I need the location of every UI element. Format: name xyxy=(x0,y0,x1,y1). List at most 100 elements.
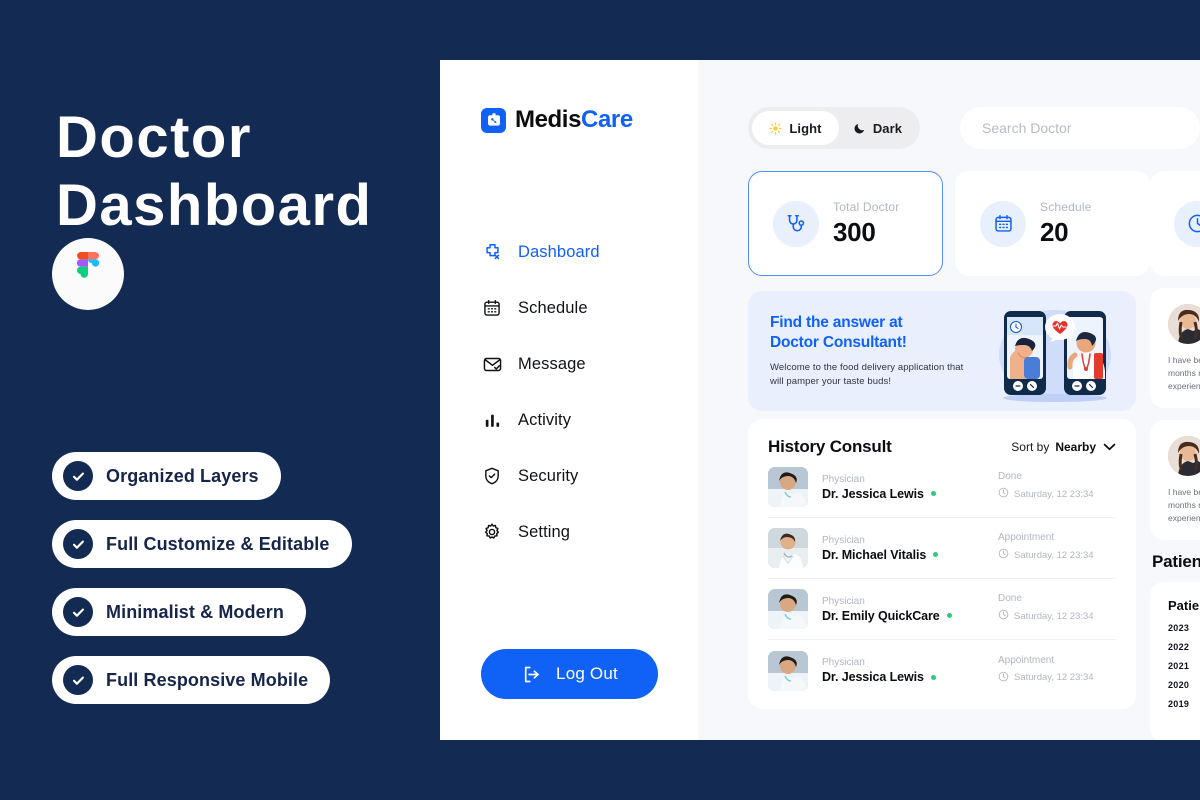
history-consult-card: History Consult Sort by Nearby Physician xyxy=(748,419,1136,709)
search-bar[interactable] xyxy=(960,107,1200,149)
sidebar-item-dashboard[interactable]: Dashboard xyxy=(481,238,671,266)
stat-value: 300 xyxy=(833,216,876,247)
online-status-dot xyxy=(930,491,936,496)
patient-graph-year-axis: 2023 2022 2021 2020 2019 xyxy=(1168,623,1200,709)
moon-icon xyxy=(853,122,866,135)
stat-card-schedule[interactable]: Schedule 20 xyxy=(955,171,1150,276)
testimonial-card[interactable]: I have been months no experience xyxy=(1150,420,1200,540)
status-badge: Appointment xyxy=(998,654,1055,666)
table-row[interactable]: Physician Dr. Michael Vitalis Appointmen… xyxy=(768,518,1116,579)
stat-card-row: Total Doctor 300 Schedule 20 xyxy=(748,171,1150,276)
axis-tick-label: 2020 xyxy=(1168,680,1190,690)
stat-title: Total Doctor xyxy=(833,199,900,214)
gear-icon xyxy=(481,521,503,543)
avatar xyxy=(768,650,808,691)
calendar-icon xyxy=(481,297,503,319)
avatar xyxy=(768,589,808,629)
search-input[interactable] xyxy=(982,120,1178,136)
main-content: Light Dark Search Doctor Total Doctor 30… xyxy=(698,60,1200,740)
avatar xyxy=(768,528,808,568)
history-title: History Consult xyxy=(768,437,892,456)
clock-icon xyxy=(998,485,1009,503)
consult-time: Saturday, 12 23:34 xyxy=(1014,672,1094,683)
logout-button[interactable]: Log Out xyxy=(481,649,658,699)
telemedicine-illustration xyxy=(980,297,1130,405)
stat-card-third[interactable] xyxy=(1150,171,1200,276)
stat-title: Schedule xyxy=(1040,199,1092,214)
sidebar-item-activity[interactable]: Activity xyxy=(481,406,671,434)
clock-icon xyxy=(998,669,1009,687)
sun-icon xyxy=(769,121,782,135)
consult-time: Saturday, 12 23:34 xyxy=(1014,610,1094,622)
patient-avatar xyxy=(1168,304,1200,344)
consult-meta: Appointment Saturday, 12 23:34 xyxy=(998,532,1116,564)
check-icon xyxy=(63,665,93,695)
status-badge: Appointment xyxy=(998,532,1055,543)
sidebar-nav: Dashboard Schedule Message Activity Secu… xyxy=(481,238,671,574)
clock-icon xyxy=(1174,200,1200,247)
banner-subtext: Welcome to the food delivery application… xyxy=(770,362,964,387)
consult-role: Physician xyxy=(822,595,865,607)
sidebar-item-schedule[interactable]: Schedule xyxy=(481,294,671,322)
feature-label: Full Customize & Editable xyxy=(106,533,330,554)
consult-role: Physician xyxy=(822,473,865,485)
feature-pill: Organized Layers xyxy=(52,452,281,500)
sidebar-item-security[interactable]: Security xyxy=(481,462,671,490)
consult-time: Saturday, 12 23:34 xyxy=(1014,549,1094,561)
table-row[interactable]: Physician Dr. Jessica Lewis Done Saturda… xyxy=(768,457,1116,518)
sidebar: MedisCare Dashboard Schedule Message Act… xyxy=(440,60,698,740)
check-icon xyxy=(63,597,93,627)
patient-graph-title: Patient G xyxy=(1152,552,1200,571)
app-window: MedisCare Dashboard Schedule Message Act… xyxy=(440,60,1200,740)
patient-avatar xyxy=(1168,436,1200,476)
banner-text-block: Find the answer at Doctor Consultant! We… xyxy=(770,313,970,389)
clock-icon xyxy=(998,607,1009,625)
consult-time: Saturday, 12 23:34 xyxy=(1014,488,1094,500)
sort-dropdown[interactable]: Sort by Nearby xyxy=(1011,438,1116,456)
figma-logo-badge xyxy=(52,238,124,310)
sidebar-item-setting[interactable]: Setting xyxy=(481,518,671,546)
sidebar-item-message[interactable]: Message xyxy=(481,350,671,378)
clock-icon xyxy=(998,546,1009,564)
consult-info: Physician Dr. Jessica Lewis xyxy=(822,474,998,501)
feature-pill: Full Responsive Mobile xyxy=(52,656,331,704)
history-header: History Consult Sort by Nearby xyxy=(768,437,1116,457)
right-column: I have been months no experience I have … xyxy=(1150,171,1200,740)
feature-pill-list: Organized Layers Full Customize & Editab… xyxy=(52,452,432,724)
chevron-down-icon xyxy=(1103,438,1116,456)
theme-toggle[interactable]: Light Dark xyxy=(748,107,920,149)
theme-option-light[interactable]: Light xyxy=(752,111,839,145)
envelope-check-icon xyxy=(481,353,503,375)
stat-value: 20 xyxy=(1040,216,1069,247)
theme-option-dark-label: Dark xyxy=(872,120,903,136)
medical-bag-icon xyxy=(481,107,506,133)
consult-name: Dr. Michael Vitalis xyxy=(822,547,927,562)
consult-meta: Done Saturday, 12 23:34 xyxy=(998,593,1116,625)
axis-tick-label: 2023 xyxy=(1168,623,1190,633)
sidebar-item-label: Setting xyxy=(518,522,571,541)
consult-name: Dr. Jessica Lewis xyxy=(822,670,924,684)
app-logo[interactable]: MedisCare xyxy=(481,106,633,134)
table-row[interactable]: Physician Dr. Emily QuickCare Done Satur… xyxy=(768,579,1116,640)
logo-text-primary: Medis xyxy=(515,106,582,133)
logo-text-accent: Care xyxy=(581,106,633,133)
consult-info: Physician Dr. Michael Vitalis xyxy=(822,535,998,562)
table-row[interactable]: Physician Dr. Jessica Lewis Appointment xyxy=(768,640,1116,701)
avatar xyxy=(768,467,808,507)
testimonial-card[interactable]: I have been months no experience xyxy=(1150,288,1200,408)
sidebar-item-label: Message xyxy=(518,354,586,373)
calendar-icon xyxy=(980,200,1026,247)
consult-name: Dr. Jessica Lewis xyxy=(822,486,924,501)
testimonial-text: I have been months no experience xyxy=(1168,487,1200,523)
axis-tick-label: 2021 xyxy=(1168,661,1190,671)
consult-banner[interactable]: Find the answer at Doctor Consultant! We… xyxy=(748,291,1136,411)
stethoscope-icon xyxy=(773,200,819,247)
theme-option-dark[interactable]: Dark xyxy=(839,111,916,145)
consult-role: Physician xyxy=(822,657,865,668)
feature-label: Full Responsive Mobile xyxy=(106,669,309,690)
shield-check-icon xyxy=(481,465,503,487)
stat-card-total-doctor[interactable]: Total Doctor 300 xyxy=(748,171,943,276)
patient-graph-card: Patient 2023 2022 2021 2020 2019 xyxy=(1150,582,1200,740)
testimonial-text: I have been months no experience xyxy=(1168,355,1200,391)
sidebar-item-label: Activity xyxy=(518,410,572,429)
